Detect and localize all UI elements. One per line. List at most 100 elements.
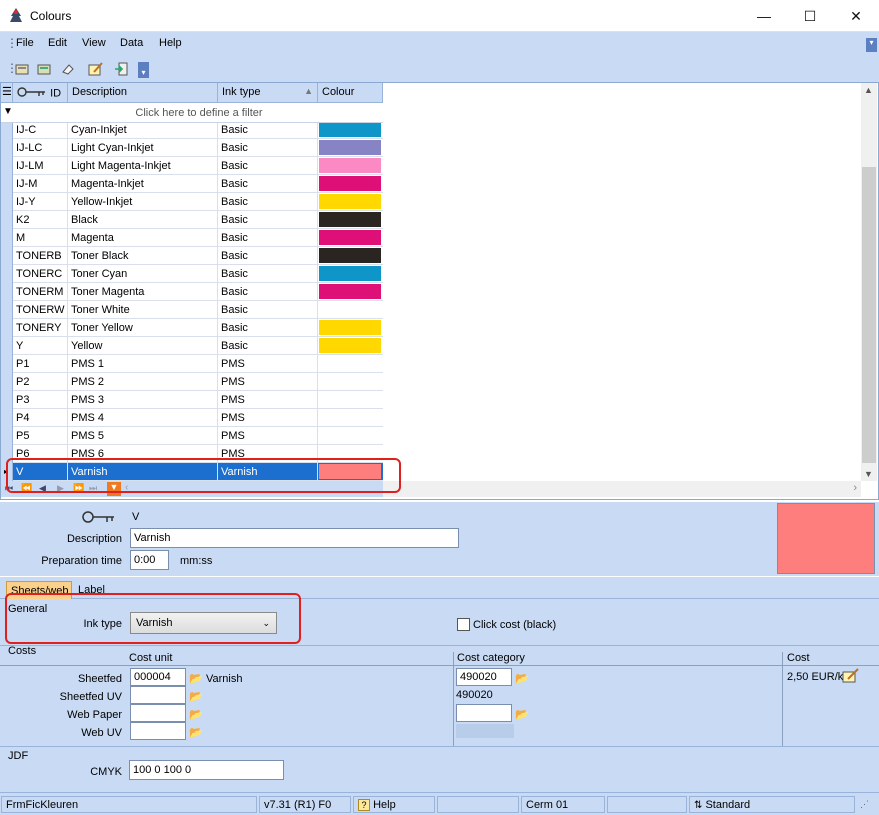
column-header-ink-type[interactable]: Ink type ▲ [218, 83, 318, 103]
folder-icon[interactable]: 📂 [189, 690, 203, 703]
folder-icon[interactable]: 📂 [515, 672, 529, 685]
colour-swatch [319, 212, 381, 227]
cost-header: Cost [787, 652, 810, 664]
close-button[interactable]: ✕ [833, 0, 879, 32]
maximize-button[interactable]: ☐ [787, 0, 833, 32]
table-row[interactable]: P5 PMS 5 PMS [13, 427, 383, 445]
copy-record-icon[interactable] [34, 59, 54, 79]
cell-colour [318, 427, 382, 445]
scroll-down-icon[interactable]: ▼ [864, 469, 873, 479]
exit-door-icon[interactable] [112, 59, 132, 79]
prep-time-field[interactable]: 0:00 [130, 550, 169, 570]
scroll-right-icon[interactable]: › [853, 482, 857, 494]
colour-swatch [319, 140, 381, 155]
sheetfed-label: Sheetfed [77, 673, 122, 685]
resize-grip-icon[interactable]: ⋰ [860, 799, 874, 811]
status-version: v7.31 (R1) F0 [259, 796, 351, 813]
web-paper-cost-category[interactable] [456, 704, 512, 722]
menu-file[interactable]: File [16, 37, 34, 49]
menu-edit[interactable]: Edit [48, 37, 67, 49]
column-label-id: ID [50, 87, 62, 100]
folder-icon[interactable]: 📂 [189, 726, 203, 739]
click-cost-checkbox[interactable] [457, 618, 470, 631]
menu-bar: ⋮ File Edit View Data Help ▾ [0, 32, 879, 56]
filter-hint: Click here to define a filter [135, 107, 263, 119]
colour-swatch [319, 266, 381, 281]
folder-icon[interactable]: 📂 [515, 708, 529, 721]
cell-ink-type: Basic [218, 301, 318, 319]
colour-preview[interactable] [777, 503, 875, 574]
status-company: Cerm 01 [521, 796, 605, 813]
cell-description: Toner Cyan [68, 265, 218, 283]
cell-colour [318, 247, 382, 265]
sheetfed-unit-name: Varnish [206, 673, 243, 685]
web-uv-cost-unit[interactable] [130, 722, 186, 740]
edit-cost-icon[interactable] [842, 668, 860, 687]
layout-label: Standard [705, 799, 751, 811]
status-layout[interactable]: ⇅ Standard [689, 796, 855, 813]
horizontal-scrollbar[interactable]: › [383, 481, 861, 497]
table-row[interactable]: P4 PMS 4 PMS [13, 409, 383, 427]
menu-data[interactable]: Data [120, 37, 143, 49]
table-row[interactable]: IJ-LC Light Cyan-Inkjet Basic [13, 139, 383, 157]
cell-description: Cyan-Inkjet [68, 121, 218, 139]
status-help[interactable]: ? Help [353, 796, 435, 813]
cell-colour [318, 337, 382, 355]
table-row[interactable]: IJ-Y Yellow-Inkjet Basic [13, 193, 383, 211]
minimize-button[interactable]: — [741, 0, 787, 32]
sort-ascending-icon: ▲ [304, 86, 313, 96]
menu-view[interactable]: View [82, 37, 106, 49]
table-row[interactable]: P2 PMS 2 PMS [13, 373, 383, 391]
cell-id: IJ-C [13, 121, 68, 139]
cell-ink-type: PMS [218, 427, 318, 445]
table-row[interactable]: P3 PMS 3 PMS [13, 391, 383, 409]
folder-icon[interactable]: 📂 [189, 708, 203, 721]
table-row[interactable]: IJ-C Cyan-Inkjet Basic [13, 121, 383, 139]
cell-id: P4 [13, 409, 68, 427]
scrollbar-thumb[interactable] [862, 167, 876, 463]
table-row[interactable]: IJ-M Magenta-Inkjet Basic [13, 175, 383, 193]
cell-description: Black [68, 211, 218, 229]
status-form-name: FrmFicKleuren [1, 796, 257, 813]
sheetfed-cost-category[interactable]: 490020 [456, 668, 512, 686]
table-row[interactable]: TONERY Toner Yellow Basic [13, 319, 383, 337]
table-row[interactable]: M Magenta Basic [13, 229, 383, 247]
column-header-id[interactable]: ID [13, 83, 68, 103]
cmyk-field[interactable]: 100 0 100 0 [129, 760, 284, 780]
colour-swatch [319, 338, 381, 353]
column-header-description[interactable]: Description [68, 83, 218, 103]
toolbar-overflow-icon[interactable]: ▾ [138, 62, 149, 78]
edit-notes-icon[interactable] [86, 59, 106, 79]
menu-overflow-icon[interactable]: ▾ [866, 38, 877, 52]
cell-id: P5 [13, 427, 68, 445]
menu-help[interactable]: Help [159, 37, 182, 49]
sheetfed-cost-unit[interactable]: 000004 [130, 668, 186, 686]
table-row[interactable]: K2 Black Basic [13, 211, 383, 229]
web-paper-label: Web Paper [67, 709, 122, 721]
cell-description: Yellow-Inkjet [68, 193, 218, 211]
table-row[interactable]: P1 PMS 1 PMS [13, 355, 383, 373]
cell-description: Yellow [68, 337, 218, 355]
eraser-icon[interactable] [58, 59, 78, 79]
description-field[interactable]: Varnish [130, 528, 459, 548]
folder-icon[interactable]: 📂 [189, 672, 203, 685]
table-row[interactable]: TONERM Toner Magenta Basic [13, 283, 383, 301]
cell-description: Magenta [68, 229, 218, 247]
column-chooser-icon[interactable]: ☰ [1, 83, 13, 103]
scroll-up-icon[interactable]: ▲ [864, 85, 873, 95]
cell-ink-type: Basic [218, 319, 318, 337]
table-row[interactable]: TONERC Toner Cyan Basic [13, 265, 383, 283]
column-header-colour[interactable]: Colour [318, 83, 383, 103]
row-indicator-strip [1, 123, 13, 481]
web-paper-cost-unit[interactable] [130, 704, 186, 722]
cell-ink-type: PMS [218, 373, 318, 391]
new-record-icon[interactable] [12, 59, 32, 79]
cell-colour [318, 319, 382, 337]
table-row[interactable]: TONERW Toner White Basic [13, 301, 383, 319]
table-row[interactable]: TONERB Toner Black Basic [13, 247, 383, 265]
filter-row[interactable]: ▼ Click here to define a filter [1, 103, 383, 123]
table-row[interactable]: IJ-LM Light Magenta-Inkjet Basic [13, 157, 383, 175]
sheetfed-uv-cost-unit[interactable] [130, 686, 186, 704]
table-row[interactable]: Y Yellow Basic [13, 337, 383, 355]
grid-header: ☰ ID Description Ink type ▲ Colour [1, 83, 383, 103]
